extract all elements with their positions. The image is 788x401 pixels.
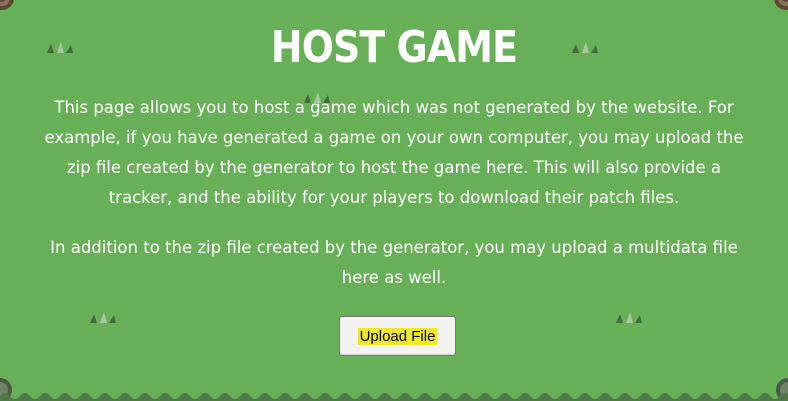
tree-stump-icon (0, 0, 14, 10)
upload-file-button[interactable]: Upload File (339, 316, 456, 356)
tree-stump-icon (774, 0, 788, 10)
wavy-border-icon (0, 393, 788, 401)
description-paragraph: This page allows you to host a game whic… (44, 98, 744, 207)
host-game-panel: HOST GAME This page allows you to host a… (0, 0, 788, 401)
multidata-note-paragraph: In addition to the zip file created by t… (50, 238, 738, 287)
upload-file-button-label: Upload File (357, 327, 438, 345)
page-title: HOST GAME (270, 22, 518, 73)
grass-tuft-icon (90, 312, 116, 323)
grass-tuft-icon (616, 312, 642, 323)
